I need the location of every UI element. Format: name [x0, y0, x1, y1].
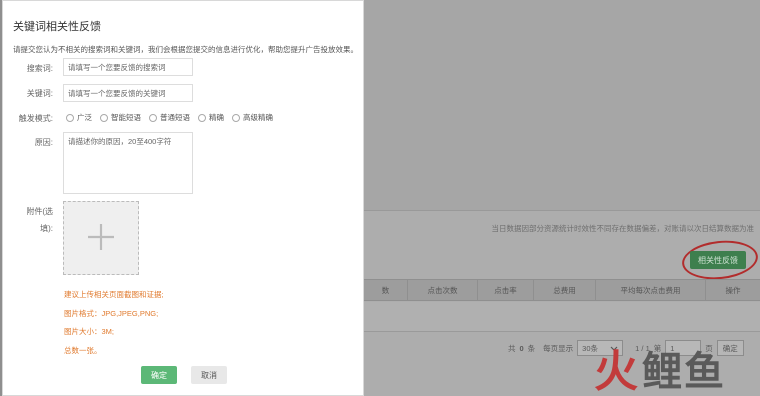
dialog-title: 关键词相关性反馈	[13, 21, 101, 33]
logo-fish: 鲤鱼	[642, 350, 726, 394]
radio-label: 高级精确	[243, 113, 273, 122]
relevance-feedback-button[interactable]: 相关性反馈	[690, 251, 746, 269]
dialog-description: 请提交您认为不相关的搜索词和关键词，我们会根据您提交的信息进行优化，帮助您提升广…	[13, 45, 358, 54]
column-header[interactable]: 点击次数	[408, 280, 478, 300]
radio-label: 普通短语	[160, 113, 190, 122]
reason-textarea[interactable]: 请描述你的原因，20至400字符	[63, 132, 193, 194]
attachment-label-cont: 填):	[40, 224, 53, 233]
per-page-label: 每页显示	[543, 343, 574, 353]
trigger-mode-option[interactable]: 普通短语	[149, 112, 190, 123]
upload-hint: 图片大小：3M;	[64, 327, 115, 336]
radio-label: 广泛	[77, 113, 92, 122]
plus-icon	[86, 222, 116, 254]
trigger-mode-group: 广泛 智能短语 普通短语 精确 高级精确	[66, 112, 273, 123]
watermark-logo: 火 鲤鱼	[594, 346, 726, 396]
confirm-button[interactable]: 确定	[141, 366, 177, 384]
background-page: 当日数据因部分资源统计时效性不同存在数据偏差，对账请以次日结算数据为准 相关性反…	[364, 0, 760, 396]
cancel-button[interactable]: 取消	[191, 366, 227, 384]
column-header[interactable]: 数	[364, 280, 408, 300]
column-header: 操作	[725, 285, 741, 295]
total-count: 0	[519, 343, 524, 353]
trigger-mode-label: 触发模式:	[18, 114, 53, 123]
data-notice: 当日数据因部分资源统计时效性不同存在数据偏差，对账请以次日结算数据为准	[491, 224, 755, 233]
trigger-mode-option[interactable]: 广泛	[66, 112, 92, 123]
radio-label: 智能短语	[111, 113, 141, 122]
radio-button[interactable]	[149, 113, 157, 122]
trigger-mode-option[interactable]: 精确	[198, 112, 224, 123]
total-prefix: 共	[508, 343, 516, 353]
relevance-feedback-dialog: 关键词相关性反馈 请提交您认为不相关的搜索词和关键词，我们会根据您提交的信息进行…	[2, 0, 364, 396]
radio-button[interactable]	[66, 113, 74, 122]
total-suffix: 条	[527, 343, 536, 353]
table-body	[364, 302, 760, 332]
upload-hint: 图片格式：JPG,JPEG,PNG;	[64, 309, 159, 318]
keyword-input[interactable]: 请填写一个您要反馈的关键词	[63, 84, 193, 102]
column-header[interactable]: 总费用	[534, 280, 596, 300]
trigger-mode-option[interactable]: 高级精确	[232, 112, 273, 123]
trigger-mode-option[interactable]: 智能短语	[100, 112, 141, 123]
upload-hint: 总数一张。	[64, 346, 102, 355]
upload-hint: 建议上传相关页面截图和证据;	[64, 290, 164, 299]
radio-button[interactable]	[198, 113, 206, 122]
reason-label: 原因:	[34, 138, 53, 147]
logo-fire: 火	[594, 346, 638, 396]
radio-label: 精确	[209, 113, 224, 122]
column-header[interactable]: 平均每次点击费用	[596, 280, 706, 300]
column-header[interactable]: 点击率	[478, 280, 534, 300]
search-term-label: 搜索词:	[26, 64, 53, 73]
radio-button[interactable]	[100, 113, 108, 122]
keyword-label: 关键词:	[26, 89, 53, 98]
search-term-input[interactable]: 请填写一个您要反馈的搜索词	[63, 58, 193, 76]
attachment-label: 附件(选	[26, 207, 53, 216]
radio-button[interactable]	[232, 113, 240, 122]
table-header: 数 点击次数 点击率 总费用 平均每次点击费用 操作	[364, 279, 760, 301]
attachment-upload[interactable]	[63, 201, 139, 275]
